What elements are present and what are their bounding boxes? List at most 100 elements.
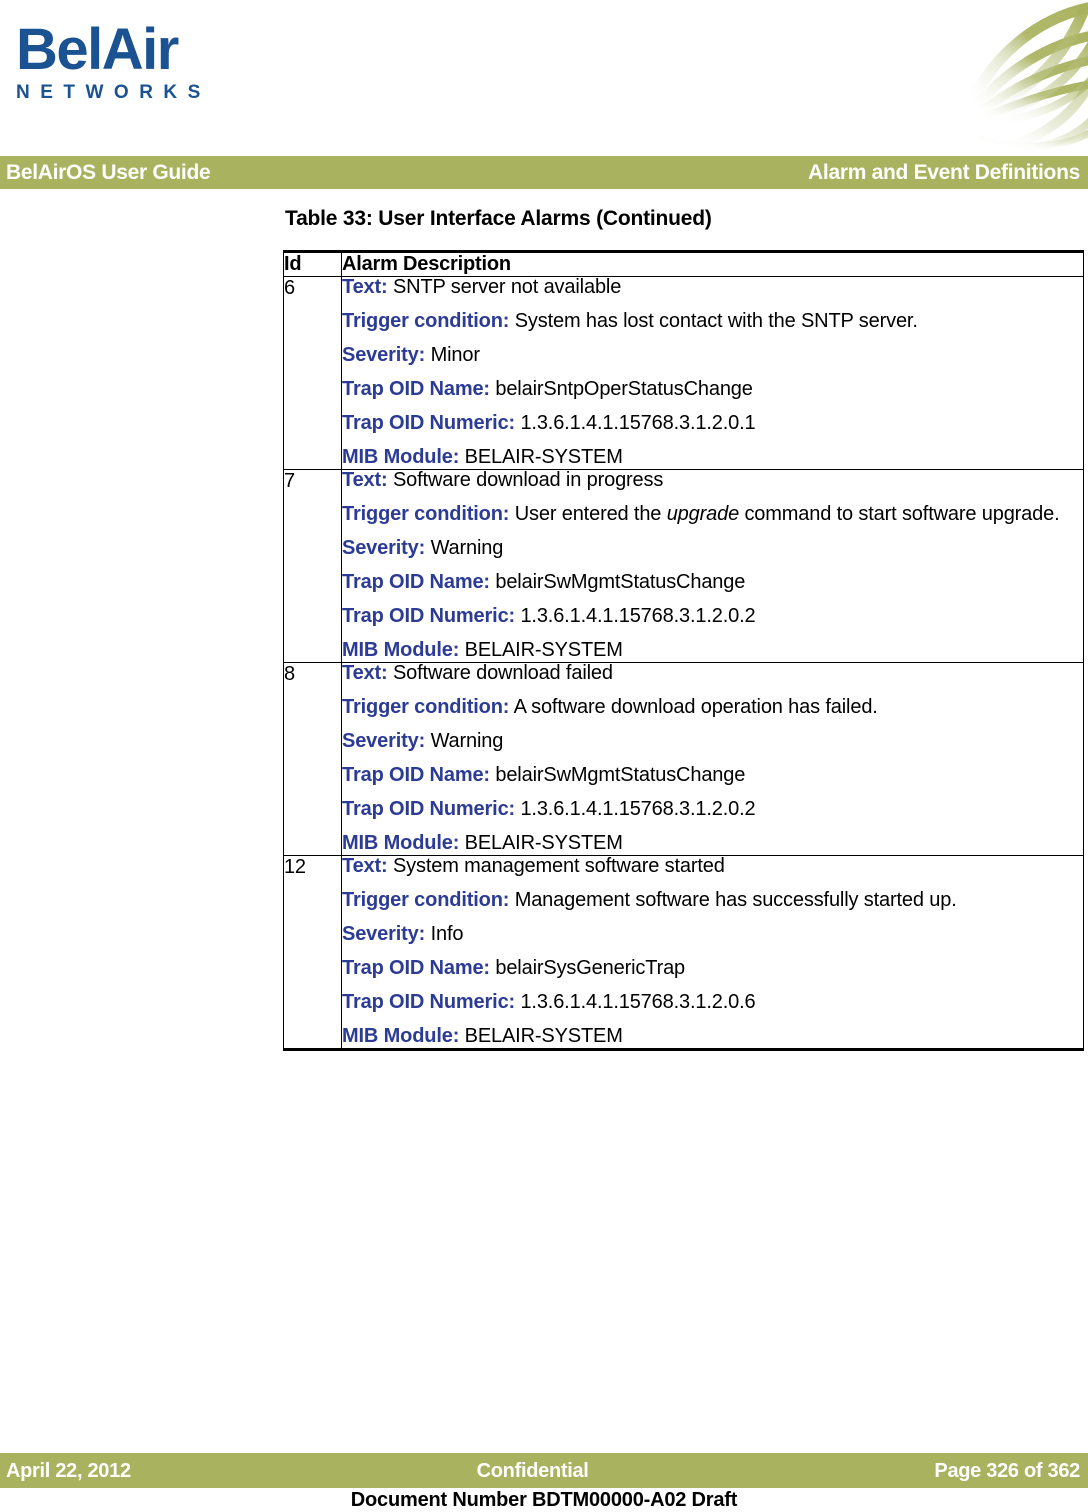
logo-subtext: NETWORKS [16, 82, 211, 103]
alarm-field-trap-oid-numeric: Trap OID Numeric: 1.3.6.1.4.1.15768.3.1.… [342, 606, 1083, 626]
alarm-field-mib-module: MIB Module: BELAIR-SYSTEM [342, 1026, 1083, 1046]
field-value: System management software started [387, 855, 725, 877]
field-label: Trigger condition: [342, 696, 510, 718]
field-value: belairSwMgmtStatusChange [489, 571, 746, 593]
belair-networks-logo: BelAir NETWORKS [16, 17, 316, 104]
field-value: User entered the [509, 503, 667, 525]
field-label: Severity: [342, 537, 426, 559]
footer-document-number: Document Number BDTM00000-A02 Draft [350, 1489, 738, 1511]
table-header-row: Id Alarm Description [283, 250, 1084, 277]
field-value: BELAIR-SYSTEM [459, 1025, 623, 1047]
field-label: Text: [342, 276, 388, 298]
field-value: Software download failed [387, 662, 613, 684]
field-value: A software download operation has failed… [509, 696, 878, 718]
field-value: Warning [425, 537, 504, 559]
field-value: Software download in progress [387, 469, 664, 491]
alarm-field-text: Text: SNTP server not available [342, 277, 1083, 297]
alarm-field-trap-oid-numeric: Trap OID Numeric: 1.3.6.1.4.1.15768.3.1.… [342, 799, 1083, 819]
field-label: Trap OID Name: [342, 764, 490, 786]
field-value: SNTP server not available [387, 276, 622, 298]
alarm-id-cell: 8 [283, 662, 342, 856]
radiating-arcs-decoration-icon [948, 0, 1088, 152]
field-value: Info [425, 923, 464, 945]
alarm-field-text: Text: Software download in progress [342, 470, 1083, 490]
alarm-field-mib-module: MIB Module: BELAIR-SYSTEM [342, 447, 1083, 467]
field-label: Trap OID Name: [342, 571, 490, 593]
header-chapter-title: Alarm and Event Definitions [808, 161, 1080, 184]
field-label: Trigger condition: [342, 310, 510, 332]
alarm-field-trap-oid-name: Trap OID Name: belairSntpOperStatusChang… [342, 379, 1083, 399]
field-value: BELAIR-SYSTEM [459, 832, 623, 854]
alarm-field-mib-module: MIB Module: BELAIR-SYSTEM [342, 640, 1083, 660]
field-label: Text: [342, 662, 388, 684]
column-header-alarm-description: Alarm Description [341, 250, 1084, 277]
header-guide-title: BelAirOS User Guide [6, 161, 211, 184]
alarm-field-severity: Severity: Warning [342, 731, 1083, 751]
field-value-emphasis: upgrade [666, 503, 740, 525]
alarm-field-trap-oid-name: Trap OID Name: belairSwMgmtStatusChange [342, 572, 1083, 592]
field-value: 1.3.6.1.4.1.15768.3.1.2.0.1 [515, 412, 756, 434]
field-value: 1.3.6.1.4.1.15768.3.1.2.0.2 [515, 798, 756, 820]
alarm-id-cell: 12 [283, 855, 342, 1051]
field-value: Management software has successfully sta… [509, 889, 957, 911]
field-label: Text: [342, 469, 388, 491]
alarm-field-trap-oid-name: Trap OID Name: belairSwMgmtStatusChange [342, 765, 1083, 785]
alarm-field-trap-oid-numeric: Trap OID Numeric: 1.3.6.1.4.1.15768.3.1.… [342, 413, 1083, 433]
field-label: Trap OID Numeric: [342, 605, 516, 627]
page-footer-bar: April 22, 2012 Confidential Page 326 of … [0, 1453, 1088, 1488]
table-caption: Table 33: User Interface Alarms (Continu… [285, 207, 712, 230]
alarm-field-severity: Severity: Minor [342, 345, 1083, 365]
alarm-field-trigger-condition: Trigger condition: User entered the upgr… [342, 504, 1083, 524]
alarm-description-cell: Text: SNTP server not available Trigger … [341, 276, 1084, 470]
alarm-field-trap-oid-name: Trap OID Name: belairSysGenericTrap [342, 958, 1083, 978]
field-label: Trap OID Name: [342, 957, 490, 979]
alarm-field-trigger-condition: Trigger condition: Management software h… [342, 890, 1083, 910]
table-row: 7 Text: Software download in progress Tr… [283, 469, 1084, 663]
field-label: MIB Module: [342, 446, 460, 468]
footer-classification: Confidential [476, 1459, 589, 1482]
table-body: 6 Text: SNTP server not available Trigge… [283, 276, 1084, 1051]
alarm-description-cell: Text: System management software started… [341, 855, 1084, 1051]
field-label: Trap OID Numeric: [342, 412, 516, 434]
field-label: Text: [342, 855, 388, 877]
field-value: belairSysGenericTrap [489, 957, 686, 979]
field-value: 1.3.6.1.4.1.15768.3.1.2.0.6 [515, 991, 756, 1013]
table-row: 8 Text: Software download failed Trigger… [283, 662, 1084, 856]
alarm-field-mib-module: MIB Module: BELAIR-SYSTEM [342, 833, 1083, 853]
field-label: Severity: [342, 923, 426, 945]
field-label: MIB Module: [342, 1025, 460, 1047]
alarm-id-cell: 6 [283, 276, 342, 470]
field-value: BELAIR-SYSTEM [459, 446, 623, 468]
alarm-field-trigger-condition: Trigger condition: A software download o… [342, 697, 1083, 717]
field-label: MIB Module: [342, 639, 460, 661]
alarm-field-trigger-condition: Trigger condition: System has lost conta… [342, 311, 1083, 331]
field-label: Trigger condition: [342, 889, 510, 911]
alarm-field-text: Text: System management software started [342, 856, 1083, 876]
alarm-field-trap-oid-numeric: Trap OID Numeric: 1.3.6.1.4.1.15768.3.1.… [342, 992, 1083, 1012]
field-value: Minor [425, 344, 480, 366]
column-header-id: Id [283, 250, 342, 277]
field-value: BELAIR-SYSTEM [459, 639, 623, 661]
alarm-id-cell: 7 [283, 469, 342, 663]
table-row: 12 Text: System management software star… [283, 855, 1084, 1051]
field-value-continued: command to start software upgrade. [739, 503, 1060, 525]
field-label: Trap OID Numeric: [342, 991, 516, 1013]
field-value: System has lost contact with the SNTP se… [509, 310, 918, 332]
page-header-bar: BelAirOS User Guide Alarm and Event Defi… [0, 156, 1088, 189]
user-interface-alarms-table: Id Alarm Description 6 Text: SNTP server… [283, 250, 1084, 1051]
alarm-description-cell: Text: Software download failed Trigger c… [341, 662, 1084, 856]
footer-date: April 22, 2012 [6, 1459, 131, 1482]
logo-wordmark-text: BelAir [16, 17, 179, 82]
field-label: Trap OID Name: [342, 378, 490, 400]
field-value: belairSntpOperStatusChange [489, 378, 753, 400]
field-value: Warning [425, 730, 504, 752]
page-top-area: BelAir NETWORKS [0, 0, 1088, 156]
field-value: 1.3.6.1.4.1.15768.3.1.2.0.2 [515, 605, 756, 627]
alarm-field-text: Text: Software download failed [342, 663, 1083, 683]
field-label: Severity: [342, 730, 426, 752]
field-label: Severity: [342, 344, 426, 366]
field-label: MIB Module: [342, 832, 460, 854]
alarm-field-severity: Severity: Info [342, 924, 1083, 944]
footer-page-number: Page 326 of 362 [934, 1459, 1080, 1482]
field-label: Trigger condition: [342, 503, 510, 525]
